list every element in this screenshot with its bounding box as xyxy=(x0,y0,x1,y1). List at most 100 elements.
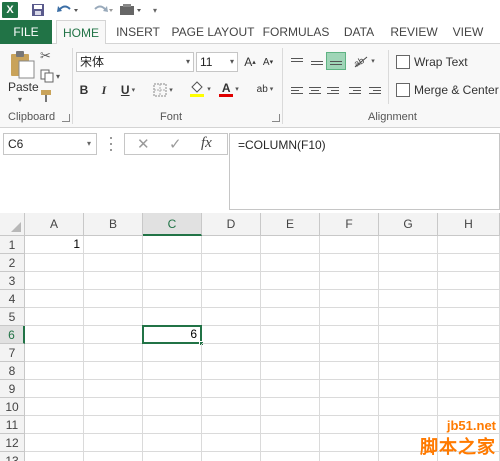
cell-c5[interactable] xyxy=(143,308,202,326)
fill-color-button[interactable]: ▾ xyxy=(186,80,214,98)
font-color-button[interactable]: A ▾ xyxy=(216,80,242,98)
cell-b1[interactable] xyxy=(84,236,143,254)
borders-button[interactable]: ▾ xyxy=(150,81,176,99)
cell-f7[interactable] xyxy=(320,344,379,362)
cell-d13[interactable] xyxy=(202,452,261,461)
cell-h10[interactable] xyxy=(438,398,500,416)
paste-dropdown-icon[interactable]: ▾ xyxy=(18,95,22,104)
row-header-11[interactable]: 11 xyxy=(0,416,25,434)
tab-page-layout[interactable]: PAGE LAYOUT xyxy=(170,20,256,44)
cell-h5[interactable] xyxy=(438,308,500,326)
row-header-1[interactable]: 1 xyxy=(0,236,25,254)
decrease-indent-icon[interactable] xyxy=(346,81,364,99)
cell-e10[interactable] xyxy=(261,398,320,416)
cell-h2[interactable] xyxy=(438,254,500,272)
cell-e12[interactable] xyxy=(261,434,320,452)
cell-g3[interactable] xyxy=(379,272,438,290)
tab-insert[interactable]: INSERT xyxy=(110,20,166,44)
cell-e6[interactable] xyxy=(261,326,320,344)
cell-d6[interactable] xyxy=(202,326,261,344)
cell-c6[interactable]: 6 xyxy=(142,325,202,344)
cell-f13[interactable] xyxy=(320,452,379,461)
format-painter-icon[interactable] xyxy=(40,88,64,104)
cell-g4[interactable] xyxy=(379,290,438,308)
align-center-icon[interactable] xyxy=(306,81,324,99)
cell-f10[interactable] xyxy=(320,398,379,416)
cell-g8[interactable] xyxy=(379,362,438,380)
italic-button[interactable]: I xyxy=(97,81,111,99)
cell-b3[interactable] xyxy=(84,272,143,290)
cell-d11[interactable] xyxy=(202,416,261,434)
formula-input[interactable]: =COLUMN(F10) xyxy=(229,133,500,210)
cell-h3[interactable] xyxy=(438,272,500,290)
cell-a8[interactable] xyxy=(25,362,84,380)
cell-a6[interactable] xyxy=(25,326,84,344)
cell-e7[interactable] xyxy=(261,344,320,362)
cell-d3[interactable] xyxy=(202,272,261,290)
name-box[interactable]: C6 ▾ xyxy=(3,133,97,155)
cell-f9[interactable] xyxy=(320,380,379,398)
cell-c10[interactable] xyxy=(143,398,202,416)
grow-font-button[interactable]: A ▴ xyxy=(242,53,258,71)
font-launcher-icon[interactable] xyxy=(272,114,280,122)
copy-icon[interactable]: ▾ xyxy=(40,68,64,84)
cell-e2[interactable] xyxy=(261,254,320,272)
save-icon[interactable] xyxy=(30,2,46,18)
row-header-7[interactable]: 7 xyxy=(0,344,25,362)
wrap-text-button[interactable]: Wrap Text xyxy=(396,52,468,72)
row-header-12[interactable]: 12 xyxy=(0,434,25,452)
font-family-select[interactable]: 宋体 ▾ xyxy=(76,52,194,72)
name-box-dropdown-icon[interactable]: ▾ xyxy=(87,134,91,154)
row-header-10[interactable]: 10 xyxy=(0,398,25,416)
column-header-a[interactable]: A xyxy=(25,213,84,236)
column-header-f[interactable]: F xyxy=(320,213,379,236)
cell-h7[interactable] xyxy=(438,344,500,362)
cell-c12[interactable] xyxy=(143,434,202,452)
tab-home[interactable]: HOME xyxy=(56,20,106,45)
cell-g9[interactable] xyxy=(379,380,438,398)
cell-a13[interactable] xyxy=(25,452,84,461)
redo-icon[interactable] xyxy=(92,2,116,18)
cell-b6[interactable] xyxy=(84,326,143,344)
bold-button[interactable]: B xyxy=(77,81,91,99)
cell-e4[interactable] xyxy=(261,290,320,308)
cell-c4[interactable] xyxy=(143,290,202,308)
cell-e11[interactable] xyxy=(261,416,320,434)
cell-f6[interactable] xyxy=(320,326,379,344)
cell-a2[interactable] xyxy=(25,254,84,272)
cut-icon[interactable]: ✂ xyxy=(40,48,64,64)
column-header-d[interactable]: D xyxy=(202,213,261,236)
cell-a7[interactable] xyxy=(25,344,84,362)
undo-icon[interactable] xyxy=(56,2,80,18)
cell-d12[interactable] xyxy=(202,434,261,452)
cell-a4[interactable] xyxy=(25,290,84,308)
cell-h1[interactable] xyxy=(438,236,500,254)
cell-g7[interactable] xyxy=(379,344,438,362)
cell-d7[interactable] xyxy=(202,344,261,362)
cell-c8[interactable] xyxy=(143,362,202,380)
cell-g6[interactable] xyxy=(379,326,438,344)
cell-d9[interactable] xyxy=(202,380,261,398)
cell-a3[interactable] xyxy=(25,272,84,290)
font-size-select[interactable]: 11 ▾ xyxy=(196,52,238,72)
paste-icon[interactable] xyxy=(8,50,36,80)
cell-e8[interactable] xyxy=(261,362,320,380)
tab-review[interactable]: REVIEW xyxy=(386,20,442,44)
cell-d2[interactable] xyxy=(202,254,261,272)
cell-d5[interactable] xyxy=(202,308,261,326)
column-header-c[interactable]: C xyxy=(143,213,202,236)
cell-d8[interactable] xyxy=(202,362,261,380)
cell-a11[interactable] xyxy=(25,416,84,434)
clipboard-launcher-icon[interactable] xyxy=(62,114,70,122)
row-header-2[interactable]: 2 xyxy=(0,254,25,272)
customize-icon[interactable] xyxy=(118,2,144,18)
cell-h6[interactable] xyxy=(438,326,500,344)
increase-indent-icon[interactable] xyxy=(366,81,384,99)
column-header-b[interactable]: B xyxy=(84,213,143,236)
middle-align-icon[interactable] xyxy=(308,52,326,70)
tab-view[interactable]: VIEW xyxy=(446,20,490,44)
cell-g10[interactable] xyxy=(379,398,438,416)
cell-f1[interactable] xyxy=(320,236,379,254)
cell-b9[interactable] xyxy=(84,380,143,398)
cell-a1[interactable]: 1 xyxy=(25,236,84,254)
